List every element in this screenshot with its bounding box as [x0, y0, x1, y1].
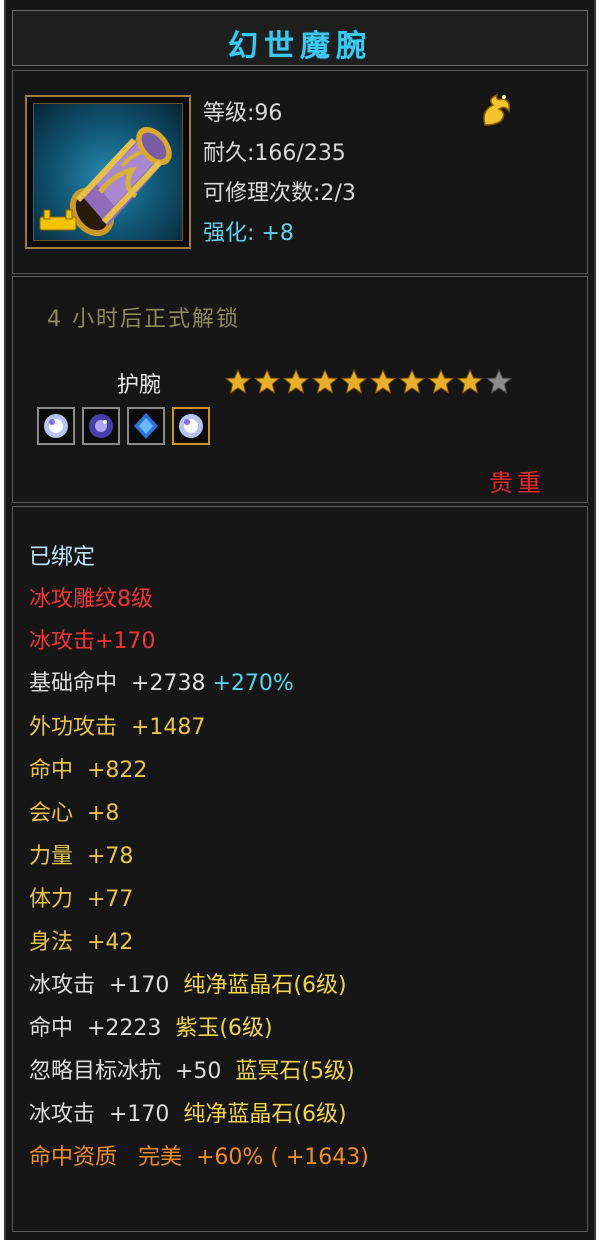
stamina-line: 体力 +77	[29, 887, 134, 912]
base-hit-percent: +270%	[212, 671, 294, 696]
star-filled-icon	[457, 369, 483, 395]
gem-bonus-line-3: 忽略目标冰抗 +50 蓝冥石(5级)	[29, 1053, 355, 1085]
star-filled-icon	[370, 369, 396, 395]
outer-attack-line: 外功攻击 +1487	[29, 715, 206, 740]
item-repair-count: 可修理次数:2/3	[203, 181, 356, 206]
gem-bonus-line-1: 冰攻击 +170 纯净蓝晶石(6级)	[29, 967, 347, 999]
item-level: 等级:96	[203, 101, 283, 126]
star-filled-icon	[254, 369, 280, 395]
item-name: 幻世魔腕	[228, 29, 372, 64]
gem-bonus-line-4: 冰攻击 +170 纯净蓝晶石(6级)	[29, 1096, 347, 1128]
white-diamond-gem-icon[interactable]	[172, 407, 210, 445]
blue-crystal-gem-icon[interactable]	[127, 407, 165, 445]
unlock-timer: 4 小时后正式解锁	[47, 307, 240, 332]
slot-label: 护腕	[117, 373, 162, 398]
item-info-panel: 等级:96 耐久:166/235 可修理次数:2/3 强化: +8	[12, 70, 588, 274]
star-empty-icon	[486, 369, 512, 395]
gem-sockets	[37, 407, 210, 445]
purple-gold-bracer-icon	[33, 103, 183, 241]
base-hit-value: +2738	[131, 671, 206, 696]
agility-line: 身法 +42	[29, 930, 134, 955]
lock-panel: 4 小时后正式解锁 护腕 贵重	[12, 276, 588, 503]
white-diamond-gem-icon[interactable]	[37, 407, 75, 445]
base-hit-line: 基础命中 +2738 +270%	[29, 665, 294, 697]
power-line: 力量 +78	[29, 844, 134, 869]
star-filled-icon	[283, 369, 309, 395]
gold-lock-badge-icon	[38, 208, 78, 236]
golden-dragon-icon	[477, 91, 517, 133]
crit-line: 会心 +8	[29, 801, 120, 826]
star-filled-icon	[399, 369, 425, 395]
purple-jade-gem-icon[interactable]	[82, 407, 120, 445]
star-filled-icon	[428, 369, 454, 395]
engrave-line: 冰攻雕纹8级	[29, 587, 153, 612]
star-filled-icon	[225, 369, 251, 395]
bound-status: 已绑定	[29, 545, 96, 570]
enhance-label: 强化:	[203, 221, 255, 246]
item-tooltip: 幻世魔腕 等级:96 耐久:166/235 可修理次数:2/3 强化: +8 4…	[4, 0, 596, 1240]
item-durability: 耐久:166/235	[203, 141, 346, 166]
item-icon-frame[interactable]	[25, 95, 191, 249]
gem-stat-2: 命中 +2223	[29, 1016, 176, 1041]
gem-name-3: 蓝冥石(5级)	[235, 1059, 355, 1084]
gem-stat-3: 忽略目标冰抗 +50	[29, 1059, 236, 1084]
hit-line: 命中 +822	[29, 758, 148, 783]
engrave-bonus: 冰攻击+170	[29, 629, 156, 654]
precious-label: 贵重	[489, 469, 545, 497]
star-filled-icon	[312, 369, 338, 395]
title-bar: 幻世魔腕	[12, 10, 588, 66]
gem-name-1: 纯净蓝晶石(6级)	[183, 973, 347, 998]
base-hit-label: 基础命中	[29, 671, 118, 696]
gem-stat-4: 冰攻击 +170	[29, 1102, 184, 1127]
star-rating	[225, 369, 512, 395]
enhance-value: +8	[261, 221, 294, 246]
stats-panel: 已绑定 冰攻雕纹8级 冰攻击+170 基础命中 +2738 +270% 外功攻击…	[12, 506, 588, 1232]
gem-stat-1: 冰攻击 +170	[29, 973, 184, 998]
item-enhance: 强化: +8	[203, 215, 294, 247]
gem-name-4: 纯净蓝晶石(6级)	[183, 1102, 347, 1127]
star-filled-icon	[341, 369, 367, 395]
gem-bonus-line-2: 命中 +2223 紫玉(6级)	[29, 1010, 273, 1042]
aptitude-line: 命中资质 完美 +60% ( +1643)	[29, 1145, 369, 1170]
gem-name-2: 紫玉(6级)	[175, 1016, 273, 1041]
